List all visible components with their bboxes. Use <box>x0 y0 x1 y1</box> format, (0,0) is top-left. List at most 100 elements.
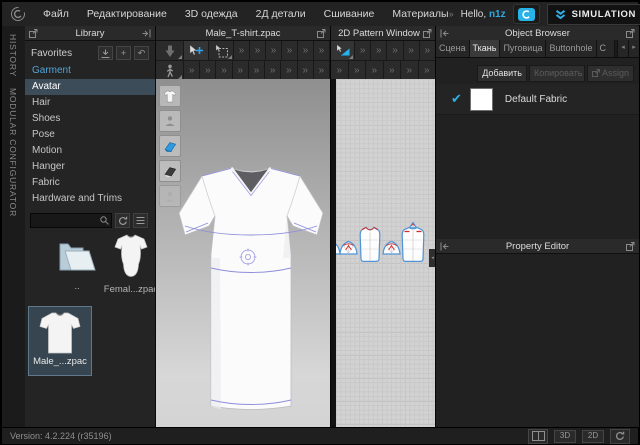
collapsed-tool-button[interactable]: » <box>371 41 387 60</box>
refresh-icon <box>118 216 128 226</box>
menu-materials[interactable]: Материалы <box>392 8 448 20</box>
undo-button[interactable]: ↶ <box>134 46 149 60</box>
library-item-motion[interactable]: Motion <box>25 143 155 159</box>
library-item-hair[interactable]: Hair <box>25 95 155 111</box>
tab-truncated[interactable]: С <box>597 40 615 57</box>
popout-icon[interactable] <box>423 29 432 38</box>
collapsed-tool-button[interactable]: » <box>233 61 249 80</box>
library-item-hanger[interactable]: Hanger <box>25 159 155 175</box>
library-thumb-female-tshirt[interactable]: Femal...zpac <box>103 233 156 295</box>
collapsed-tool-button[interactable]: » <box>266 41 282 60</box>
list-view-icon <box>136 216 145 225</box>
library-item-hardware-trims[interactable]: Hardware and Trims <box>25 191 155 207</box>
tab-fabric[interactable]: Ткань <box>470 40 501 57</box>
fabric-list-item[interactable]: ✔ Default Fabric <box>436 84 639 115</box>
tab-button[interactable]: Пуговица <box>500 40 546 57</box>
collapsed-tool-button[interactable]: » <box>234 41 250 60</box>
dark-fabric-icon <box>163 165 177 178</box>
fabric-swatch[interactable] <box>470 88 493 111</box>
library-item-fabric[interactable]: Fabric <box>25 175 155 191</box>
collapsed-tool-button[interactable]: » <box>281 61 297 80</box>
show-garment-button[interactable] <box>159 85 181 107</box>
tab-scroll-prev-button[interactable]: ◂ <box>617 40 628 57</box>
collapsed-tool-button[interactable]: » <box>216 61 232 80</box>
collapsed-tool-button[interactable]: » <box>250 41 266 60</box>
view-2d-button[interactable]: 2D <box>582 430 604 443</box>
library-list-view-button[interactable] <box>133 213 148 228</box>
tab-buttonhole[interactable]: Buttonhole <box>546 40 596 57</box>
collapsed-tool-button[interactable]: » <box>401 61 419 80</box>
tab-scene[interactable]: Сцена <box>436 40 470 57</box>
split-view-button[interactable] <box>528 429 548 444</box>
collapsed-tool-button[interactable]: » <box>265 61 281 80</box>
add-fabric-button[interactable]: Добавить <box>477 65 527 82</box>
show-avatar-button[interactable] <box>159 110 181 132</box>
marquee-select-tool-button[interactable] <box>209 41 234 60</box>
collapsed-tool-button[interactable]: » <box>420 41 436 60</box>
avatar-walk-tool-button[interactable] <box>156 61 184 80</box>
overflow-chevron-icon[interactable]: » <box>449 9 454 19</box>
collapsed-tool-button[interactable]: » <box>404 41 420 60</box>
collapsed-tool-button[interactable]: » <box>355 41 371 60</box>
popout-icon[interactable] <box>317 29 326 38</box>
menu-sewing[interactable]: Сшивание <box>324 8 375 20</box>
collapsed-tool-button[interactable]: » <box>200 61 216 80</box>
history-arrow-tool-button[interactable] <box>156 41 184 60</box>
pattern-body-front <box>360 227 380 261</box>
clo-app-window: Файл Редактирование 3D одежда 2Д детали … <box>0 0 640 445</box>
pattern-pieces[interactable] <box>336 79 429 426</box>
collapsed-tool-button[interactable]: » <box>366 61 384 80</box>
menu-3d-garment[interactable]: 3D одежда <box>185 8 238 20</box>
popout-icon[interactable] <box>29 29 38 38</box>
library-search-input[interactable] <box>32 214 100 227</box>
library-item-avatar[interactable]: Avatar <box>25 79 155 95</box>
add-to-library-button[interactable] <box>98 46 113 60</box>
library-refresh-button[interactable] <box>115 213 130 228</box>
popout-icon[interactable] <box>626 242 635 251</box>
collapsed-tool-button[interactable]: » <box>384 61 402 80</box>
fabric-view-button-active[interactable] <box>159 135 181 157</box>
tab-history[interactable]: HISTORY <box>8 34 18 77</box>
library-item-shoes[interactable]: Shoes <box>25 111 155 127</box>
more-icon: » <box>371 65 377 76</box>
collapsed-tool-button[interactable]: » <box>314 41 330 60</box>
tab-scroll-next-button[interactable]: ▸ <box>628 40 639 57</box>
pattern-select-tool-button[interactable] <box>331 41 355 60</box>
sync-button[interactable] <box>610 429 630 444</box>
collapsed-tool-button[interactable]: » <box>419 61 437 80</box>
add-favorite-button[interactable]: + <box>116 46 131 60</box>
collapsed-tool-button[interactable]: » <box>387 41 403 60</box>
simulation-button[interactable]: SIMULATION ▼ <box>547 4 640 25</box>
collapsed-tool-button[interactable]: » <box>249 61 265 80</box>
viewport-2d[interactable]: ◂ <box>331 79 436 427</box>
viewport-3d[interactable] <box>156 79 330 427</box>
collapsed-tool-button[interactable]: » <box>184 61 200 80</box>
collapsed-tool-button[interactable]: » <box>349 61 367 80</box>
pin-icon[interactable] <box>142 29 151 38</box>
menu-file[interactable]: Файл <box>43 8 69 20</box>
tshirt-3d-model[interactable] <box>176 162 326 417</box>
view-3d-button[interactable]: 3D <box>554 430 576 443</box>
username[interactable]: n1z <box>489 9 506 20</box>
select-move-tool-button[interactable] <box>184 41 209 60</box>
collapsed-tool-button[interactable]: » <box>331 61 349 80</box>
library-item-pose[interactable]: Pose <box>25 127 155 143</box>
menu-edit[interactable]: Редактирование <box>87 8 167 20</box>
collapsed-tool-button[interactable]: » <box>298 61 314 80</box>
library-thumb-male-tshirt-selected[interactable]: Male_...zpac <box>28 306 92 376</box>
menu-2d-patterns[interactable]: 2Д детали <box>256 8 306 20</box>
pin-icon[interactable] <box>440 242 449 251</box>
view2d-toolbar-row1: »»»»» <box>331 41 436 61</box>
titlebar: Файл Редактирование 3D одежда 2Д детали … <box>2 2 638 26</box>
popout-icon[interactable] <box>626 29 635 38</box>
collapsed-tool-button[interactable]: » <box>298 41 314 60</box>
collapsed-tool-button[interactable]: » <box>282 41 298 60</box>
collapsed-tool-button[interactable]: » <box>314 61 330 80</box>
library-thumb-folder-up[interactable]: .. <box>49 236 105 292</box>
clo-cloud-button[interactable] <box>513 4 540 24</box>
sync-icon <box>615 431 625 441</box>
pin-icon[interactable] <box>440 29 449 38</box>
tab-modular-configurator[interactable]: MODULAR CONFIGURATOR <box>8 88 18 217</box>
library-item-garment[interactable]: Garment <box>25 63 155 79</box>
pattern-grid[interactable] <box>336 79 436 427</box>
